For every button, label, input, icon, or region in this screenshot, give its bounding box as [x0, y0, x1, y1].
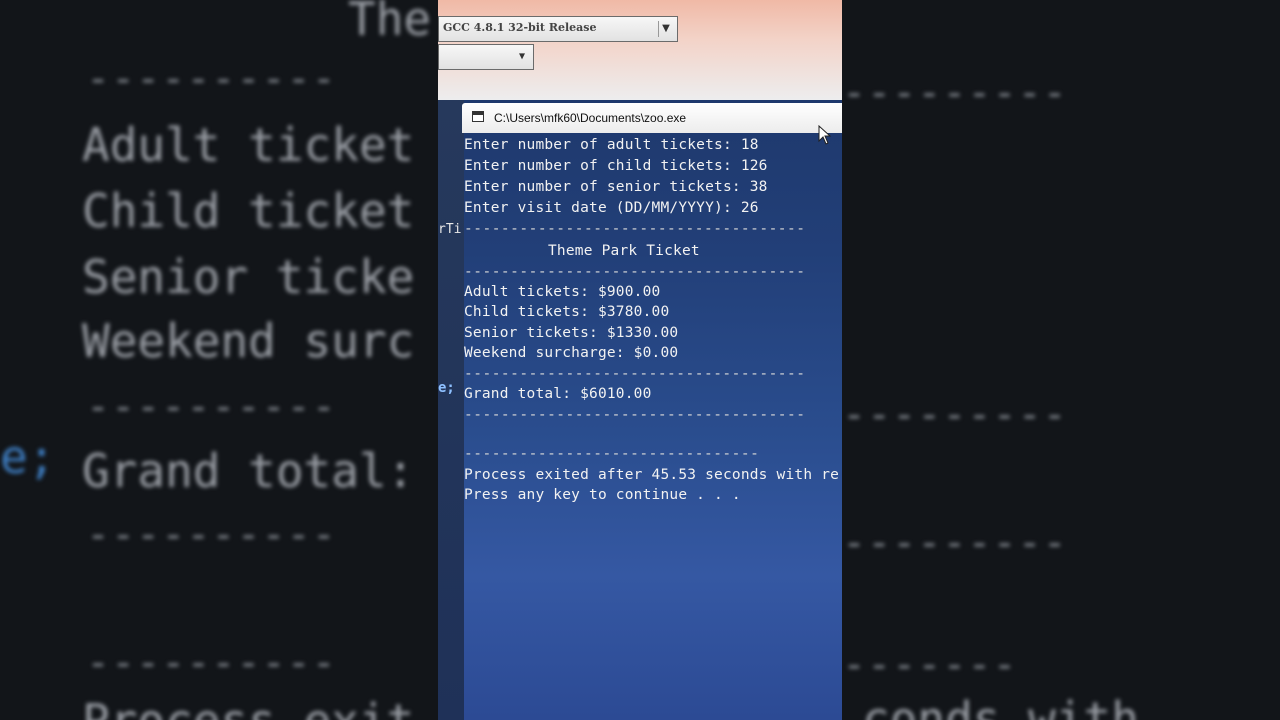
bg-dash: --------- [842, 520, 1068, 566]
process-exit-line: Process exited after 45.53 seconds with … [464, 467, 840, 483]
bg-dash: ---------- [86, 640, 337, 686]
background-left-blur: The ---------- Adult ticket Child ticket… [0, 0, 438, 720]
grand-total-line: Grand total: $6010.00 [464, 386, 652, 402]
compiler-select[interactable]: GCC 4.8.1 32-bit Release ▼ [438, 16, 678, 42]
bg-right-bottom-text: conds with [862, 692, 1139, 720]
separator-line: ------------------------------------- [464, 407, 806, 423]
senior-total-line: Senior tickets: $1330.00 [464, 325, 679, 341]
child-prompt-line: Enter number of child tickets: 126 [464, 158, 768, 174]
bg-dash: ---------- [86, 512, 337, 558]
senior-prompt-line: Enter number of senior tickets: 38 [464, 179, 768, 195]
editor-sliver-text: e; [438, 380, 455, 396]
separator-line: ------------------------------------- [464, 264, 806, 280]
editor-sliver [438, 100, 464, 720]
chevron-down-icon: ▼ [658, 21, 673, 37]
console-titlebar[interactable]: C:\Users\mfk60\Documents\zoo.exe [462, 103, 842, 145]
weekend-surcharge-line: Weekend surcharge: $0.00 [464, 345, 679, 361]
bg-grand-text: Grand total: [82, 444, 415, 498]
bg-dash: ------- [842, 642, 1018, 688]
ide-toolbar: GCC 4.8.1 32-bit Release ▼ ▼ [438, 0, 842, 100]
bg-adult-text: Adult ticket [82, 118, 415, 172]
editor-sliver-text: rTi [438, 222, 462, 237]
child-total-line: Child tickets: $3780.00 [464, 304, 670, 320]
bg-dash: ---------- [86, 56, 337, 102]
chevron-down-icon: ▼ [518, 51, 526, 62]
bg-senior-text: Senior ticke [82, 250, 415, 304]
adult-prompt-line: Enter number of adult tickets: 18 [464, 137, 759, 153]
secondary-select[interactable]: ▼ [438, 44, 534, 70]
date-prompt-line: Enter visit date (DD/MM/YYYY): 26 [464, 200, 759, 216]
bg-dash: ---------- [86, 384, 337, 430]
bg-dash: --------- [842, 392, 1068, 438]
background-right-blur: --------- --------- --------- ------- co… [842, 0, 1280, 720]
bg-process-text: Process exit [82, 696, 414, 720]
bg-weekend-text: Weekend surc [82, 314, 415, 368]
console-output: Enter number of adult tickets: 18 Enter … [464, 133, 842, 720]
separator-line: ------------------------------------- [464, 221, 806, 237]
adult-total-line: Adult tickets: $900.00 [464, 284, 661, 300]
console-icon [472, 111, 484, 122]
bg-semicolon-text: e; [0, 430, 56, 484]
console-window-title: C:\Users\mfk60\Documents\zoo.exe [494, 111, 687, 125]
bg-dash: --------- [842, 70, 1068, 116]
compiler-select-value: GCC 4.8.1 32-bit Release [443, 21, 597, 34]
bg-child-text: Child ticket [82, 184, 415, 238]
ticket-heading: Theme Park Ticket [548, 243, 700, 259]
press-key-line: Press any key to continue . . . [464, 487, 741, 503]
separator-line: -------------------------------- [464, 446, 760, 462]
photo-screen: GCC 4.8.1 32-bit Release ▼ ▼ rTi e; C:\U… [438, 0, 842, 720]
bg-theme-text: The [348, 0, 432, 46]
separator-line: ------------------------------------- [464, 366, 806, 382]
